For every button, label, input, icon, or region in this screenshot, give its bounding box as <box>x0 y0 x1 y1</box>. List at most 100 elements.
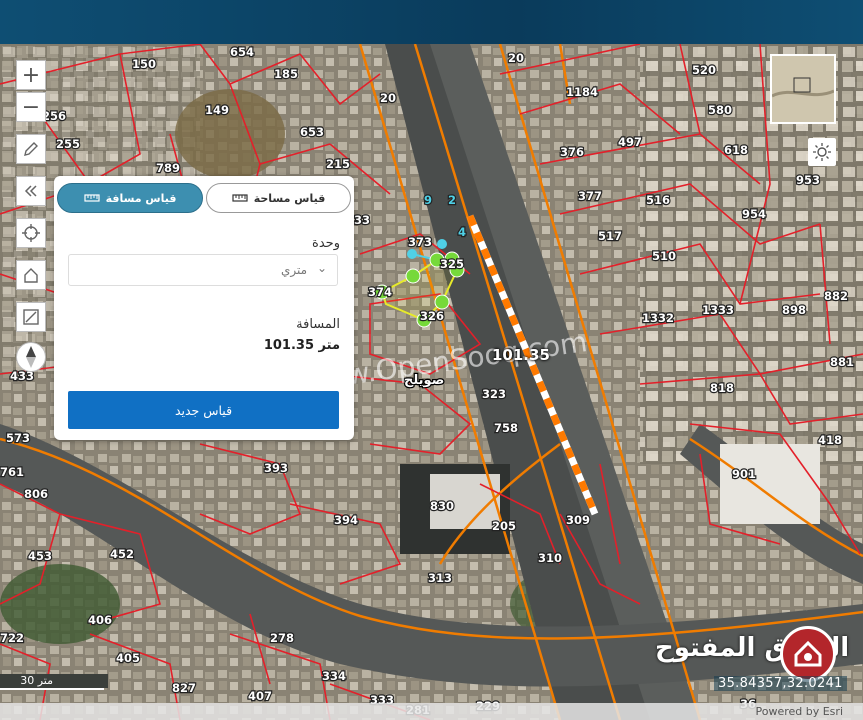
home-icon <box>24 268 38 283</box>
unit-select-value: متري <box>280 263 307 277</box>
parcel-label: 323 <box>482 387 506 401</box>
parcel-label: 901 <box>732 467 756 481</box>
minimap-image <box>772 56 834 122</box>
parcel-label: 33 <box>354 213 370 227</box>
parcel-label: 394 <box>334 513 358 527</box>
parcel-label: 185 <box>274 67 298 81</box>
parcel-label: 1333 <box>702 303 734 317</box>
brand-logo <box>780 626 836 682</box>
parcel-label: 406 <box>88 613 112 627</box>
tab-distance-measure[interactable]: قياس مسافة <box>57 183 203 213</box>
zoom-out-button[interactable]: − <box>16 92 46 122</box>
sun-icon <box>813 143 831 161</box>
parcel-label: 405 <box>116 651 140 665</box>
measure-point-label: 2 <box>448 193 456 207</box>
scale-bar-line <box>0 688 104 690</box>
vertex-handle[interactable] <box>407 249 417 259</box>
distance-label: المسافة <box>296 317 340 332</box>
parcel-label: 654 <box>230 45 254 59</box>
parcel-label: 407 <box>248 689 272 703</box>
collapse-panel-button[interactable] <box>16 176 46 206</box>
parcel-label: 653 <box>300 125 324 139</box>
parcel-label: 20 <box>380 91 396 105</box>
parcel-label: 618 <box>724 143 748 157</box>
crosshair-icon <box>22 224 40 242</box>
building <box>720 444 820 524</box>
parcel-label: 761 <box>0 465 24 479</box>
parcel-label: 517 <box>598 229 622 243</box>
parcel-label: 827 <box>172 681 196 695</box>
pencil-icon <box>24 142 38 156</box>
home-button[interactable] <box>16 260 46 290</box>
parcel-label: 20 <box>508 51 524 65</box>
parcel-label: 149 <box>205 103 229 117</box>
chevron-down-icon: ⌄ <box>316 261 327 275</box>
compass-needle-icon <box>26 346 36 368</box>
parcel-label: 789 <box>156 161 180 175</box>
compass-button[interactable] <box>16 342 46 372</box>
daylight-toggle-button[interactable] <box>808 138 836 166</box>
vertex-handle[interactable] <box>437 239 447 249</box>
parcel-label: 452 <box>110 547 134 561</box>
parcel-label: 215 <box>326 157 350 171</box>
vacant-land <box>175 89 285 179</box>
parcel-label: 376 <box>560 145 584 159</box>
ruler-area-icon <box>23 309 39 325</box>
parcel-label: 806 <box>24 487 48 501</box>
parcel-label: 830 <box>430 499 454 513</box>
parcel-label: 418 <box>818 433 842 447</box>
zoom-in-button[interactable]: + <box>16 60 46 90</box>
parcel-label: 954 <box>742 207 766 221</box>
parcel-label: 309 <box>566 513 590 527</box>
house-logo-icon <box>794 640 822 667</box>
esri-attribution[interactable]: Powered by Esri <box>755 703 843 720</box>
scale-bar-label: 30 متر <box>0 674 108 688</box>
parcel-label: 326 <box>420 309 444 323</box>
parcel-label: 510 <box>652 249 676 263</box>
unit-select[interactable]: متري ⌄ <box>68 254 338 286</box>
ruler-icon <box>83 194 100 202</box>
parcel-label: 818 <box>710 381 734 395</box>
double-chevron-left-icon <box>24 185 37 197</box>
measurement-panel: قياس مسافة قياس مساحة وحدة متري ⌄ المساف… <box>54 176 354 440</box>
parcel-label: 758 <box>494 421 518 435</box>
parcel-label: 205 <box>492 519 516 533</box>
top-header-bar <box>0 0 863 44</box>
parcel-label: 278 <box>270 631 294 645</box>
parcel-label: 573 <box>6 431 30 445</box>
parcel-label: 377 <box>578 189 602 203</box>
parcel-label: 150 <box>132 57 156 71</box>
parcel-label: 882 <box>824 289 848 303</box>
parcel-label: 393 <box>264 461 288 475</box>
overview-minimap[interactable] <box>770 54 836 124</box>
distance-value: 101.35 متر <box>263 338 340 353</box>
vertex-handle[interactable] <box>405 268 421 284</box>
parcel-label: 313 <box>428 571 452 585</box>
parcel-label: 953 <box>796 173 820 187</box>
unit-label: وحدة <box>312 236 340 251</box>
parcel-label: 881 <box>830 355 854 369</box>
parcel-label: 1332 <box>642 311 674 325</box>
parcel-label: 334 <box>322 669 346 683</box>
draw-tool-button[interactable] <box>16 134 46 164</box>
parcel-label: 898 <box>782 303 806 317</box>
measure-tool-button[interactable] <box>16 302 46 332</box>
parcel-label: 580 <box>708 103 732 117</box>
parcel-label: 453 <box>28 549 52 563</box>
parcel-label: 374 <box>368 285 392 299</box>
attribution-bar <box>0 703 863 720</box>
parcel-label: 325 <box>440 257 464 271</box>
new-measurement-button[interactable]: قياس جديد <box>68 391 339 429</box>
vertex-handle[interactable] <box>434 294 450 310</box>
parcel-label: 373 <box>408 235 432 249</box>
area-ruler-icon <box>232 194 248 202</box>
measure-point-label: 4 <box>458 225 466 239</box>
tab-area-measure[interactable]: قياس مساحة <box>206 183 351 213</box>
parcel-label: 255 <box>56 137 80 151</box>
parcel-label: 497 <box>618 135 642 149</box>
coordinates-readout: 35.84357,32.0241 <box>714 676 847 691</box>
parcel-label: 722 <box>0 631 24 645</box>
measure-point-label: 9 <box>424 193 432 207</box>
locate-button[interactable] <box>16 218 46 248</box>
parcel-label: 310 <box>538 551 562 565</box>
